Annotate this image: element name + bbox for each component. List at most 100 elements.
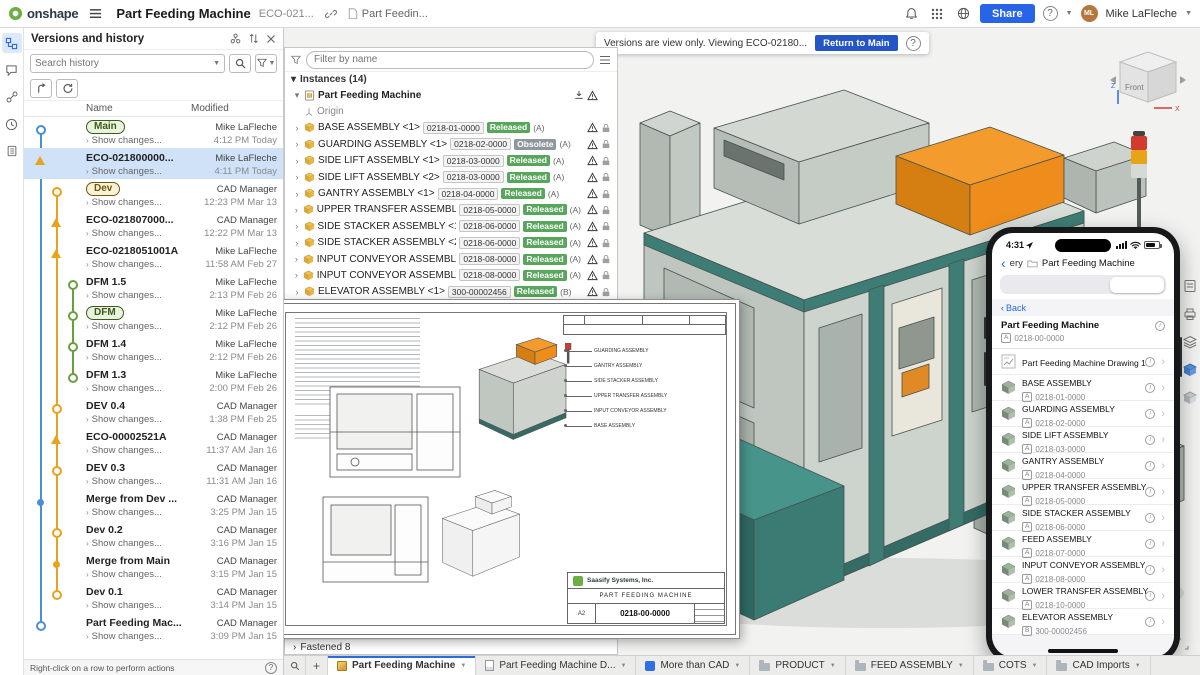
show-changes-toggle[interactable]: ›Show changes...: [86, 600, 162, 611]
warning-icon[interactable]: [587, 90, 598, 101]
phone-list-item[interactable]: BASE ASSEMBLY A 0218-01-0000 i ›: [992, 375, 1174, 401]
version-row[interactable]: Part Feeding Mac... CAD Manager ›Show ch…: [24, 613, 283, 644]
version-row[interactable]: DFM 1.3 Mike LaFleche ›Show changes... 2…: [24, 365, 283, 396]
phone-list-item[interactable]: GUARDING ASSEMBLY A 0218-02-0000 i ›: [992, 401, 1174, 427]
version-row[interactable]: Dev CAD Manager ›Show changes... 12:23 P…: [24, 179, 283, 210]
show-changes-toggle[interactable]: ›Show changes...: [86, 228, 162, 239]
expand-caret-icon[interactable]: ›: [293, 139, 301, 149]
warning-icon[interactable]: [587, 237, 598, 248]
tab-caret-icon[interactable]: ▼: [1135, 663, 1141, 669]
phone-back-link[interactable]: ‹Back: [992, 299, 1174, 316]
share-button[interactable]: Share: [980, 4, 1035, 23]
layers-icon[interactable]: [1182, 334, 1197, 349]
warning-icon[interactable]: [587, 155, 598, 166]
instance-row[interactable]: › INPUT CONVEYOR ASSEMBLY <1> 0218-08-00…: [285, 251, 617, 267]
help-icon[interactable]: ?: [1043, 6, 1058, 21]
phone-breadcrumb[interactable]: ery: [1010, 258, 1023, 269]
comments-icon[interactable]: [2, 60, 22, 80]
phone-back-chevron-icon[interactable]: ‹: [1001, 256, 1006, 270]
document-panel-icon[interactable]: [1182, 278, 1197, 293]
document-tab[interactable]: COTS ▼: [974, 656, 1048, 675]
print-icon[interactable]: [1182, 306, 1197, 321]
warning-icon[interactable]: [587, 139, 598, 150]
warning-icon[interactable]: [587, 270, 598, 281]
show-changes-toggle[interactable]: ›Show changes...: [86, 352, 162, 363]
restore-button[interactable]: [56, 79, 78, 98]
info-icon[interactable]: i: [1145, 513, 1155, 523]
instance-row[interactable]: › SIDE LIFT ASSEMBLY <1> 0218-03-0000 Re…: [285, 153, 617, 169]
tab-caret-icon[interactable]: ▼: [460, 663, 466, 669]
warning-icon[interactable]: [587, 204, 598, 215]
share-link-icon[interactable]: [2, 87, 22, 107]
document-tab[interactable]: Part Feeding Machine D... ▼: [476, 656, 636, 675]
footer-help-icon[interactable]: ?: [265, 662, 277, 674]
tab-caret-icon[interactable]: ▼: [620, 663, 626, 669]
phone-tab[interactable]: [1002, 277, 1056, 293]
document-tab[interactable]: CAD Imports ▼: [1047, 656, 1150, 675]
phone-list-item[interactable]: GANTRY ASSEMBLY A 0218-04-0000 i ›: [992, 453, 1174, 479]
version-row[interactable]: ECO-021800000... Mike LaFleche ›Show cha…: [24, 148, 283, 179]
version-row[interactable]: DFM Mike LaFleche ›Show changes... 2:12 …: [24, 303, 283, 334]
expand-caret-icon[interactable]: ›: [293, 287, 301, 297]
phone-list-item[interactable]: INPUT CONVEYOR ASSEMBLY A 0218-08-0000 i…: [992, 557, 1174, 583]
search-tabs-button[interactable]: [284, 656, 306, 675]
document-tab[interactable]: More than CAD ▼: [636, 656, 750, 675]
search-button[interactable]: [229, 54, 251, 73]
instance-row[interactable]: › GANTRY ASSEMBLY <1> 0218-04-0000 Relea…: [285, 185, 617, 201]
phone-list-item[interactable]: UPPER TRANSFER ASSEMBLY A 0218-05-0000 i…: [992, 479, 1174, 505]
show-changes-toggle[interactable]: ›Show changes...: [86, 538, 162, 549]
info-icon[interactable]: i: [1145, 539, 1155, 549]
instance-row[interactable]: › INPUT CONVEYOR ASSEMBLY <2> 0218-08-00…: [285, 267, 617, 283]
show-changes-toggle[interactable]: ›Show changes...: [86, 445, 162, 456]
expand-caret-icon[interactable]: ›: [293, 172, 301, 182]
info-icon[interactable]: i: [1155, 321, 1165, 331]
instance-row[interactable]: › BASE ASSEMBLY <1> 0218-01-0000 Release…: [285, 120, 617, 136]
instance-origin-row[interactable]: Origin: [285, 103, 617, 119]
notifications-bell-icon[interactable]: [902, 5, 920, 23]
show-changes-toggle[interactable]: ›Show changes...: [86, 507, 162, 518]
expand-caret-icon[interactable]: ›: [293, 238, 301, 248]
filter-by-name-input[interactable]: [314, 54, 586, 65]
recent-document-tab[interactable]: Part Feedin...: [348, 8, 428, 20]
expand-caret-icon[interactable]: ›: [293, 189, 301, 199]
branch-button[interactable]: [30, 79, 52, 98]
part-panel-icon[interactable]: [1182, 390, 1197, 405]
instance-row[interactable]: › SIDE LIFT ASSEMBLY <2> 0218-03-0000 Re…: [285, 169, 617, 185]
phone-list-item[interactable]: ELEVATOR ASSEMBLY B 300-00002456 i ›: [992, 609, 1174, 635]
info-icon[interactable]: i: [1145, 461, 1155, 471]
document-tab[interactable]: Part Feeding Machine ▼: [328, 656, 476, 675]
info-icon[interactable]: i: [1145, 617, 1155, 627]
column-header-modified[interactable]: Modified: [191, 103, 229, 114]
info-icon[interactable]: i: [1145, 409, 1155, 419]
version-row[interactable]: DFM 1.5 Mike LaFleche ›Show changes... 2…: [24, 272, 283, 303]
expand-caret-icon[interactable]: ›: [293, 156, 301, 166]
version-row[interactable]: Merge from Main CAD Manager ›Show change…: [24, 551, 283, 582]
history-search-input[interactable]: [35, 58, 213, 69]
info-icon[interactable]: i: [1145, 357, 1155, 367]
close-panel-icon[interactable]: [266, 34, 276, 44]
phone-tab[interactable]: [1110, 277, 1164, 293]
notes-book-icon[interactable]: [2, 141, 22, 161]
instances-collapse-caret-icon[interactable]: ▾: [291, 74, 296, 85]
search-dropdown-caret-icon[interactable]: ▼: [213, 60, 220, 67]
show-changes-toggle[interactable]: ›Show changes...: [86, 290, 162, 301]
version-row[interactable]: ECO-00002521A CAD Manager ›Show changes.…: [24, 427, 283, 458]
onshape-logo[interactable]: onshape: [8, 6, 78, 21]
show-changes-toggle[interactable]: ›Show changes...: [86, 476, 162, 487]
version-row[interactable]: Merge from Dev ... CAD Manager ›Show cha…: [24, 489, 283, 520]
expand-caret-icon[interactable]: ›: [293, 642, 296, 653]
assembly-panel-icon[interactable]: [1182, 362, 1197, 377]
app-store-grid-icon[interactable]: [928, 5, 946, 23]
expand-caret-icon[interactable]: ▾: [293, 90, 301, 101]
history-search-box[interactable]: ▼: [30, 54, 225, 73]
instance-row[interactable]: › UPPER TRANSFER ASSEMBLY <2> 0218-05-00…: [285, 202, 617, 218]
column-header-name[interactable]: Name: [86, 103, 191, 114]
tab-caret-icon[interactable]: ▼: [830, 663, 836, 669]
show-changes-toggle[interactable]: ›Show changes...: [86, 259, 162, 270]
phone-home-indicator[interactable]: [1048, 649, 1118, 653]
show-changes-toggle[interactable]: ›Show changes...: [86, 166, 162, 177]
version-row[interactable]: DFM 1.4 Mike LaFleche ›Show changes... 2…: [24, 334, 283, 365]
version-row[interactable]: Main Mike LaFleche ›Show changes... 4:12…: [24, 117, 283, 148]
phone-tab[interactable]: [1056, 277, 1110, 293]
create-version-icon[interactable]: [230, 33, 241, 44]
